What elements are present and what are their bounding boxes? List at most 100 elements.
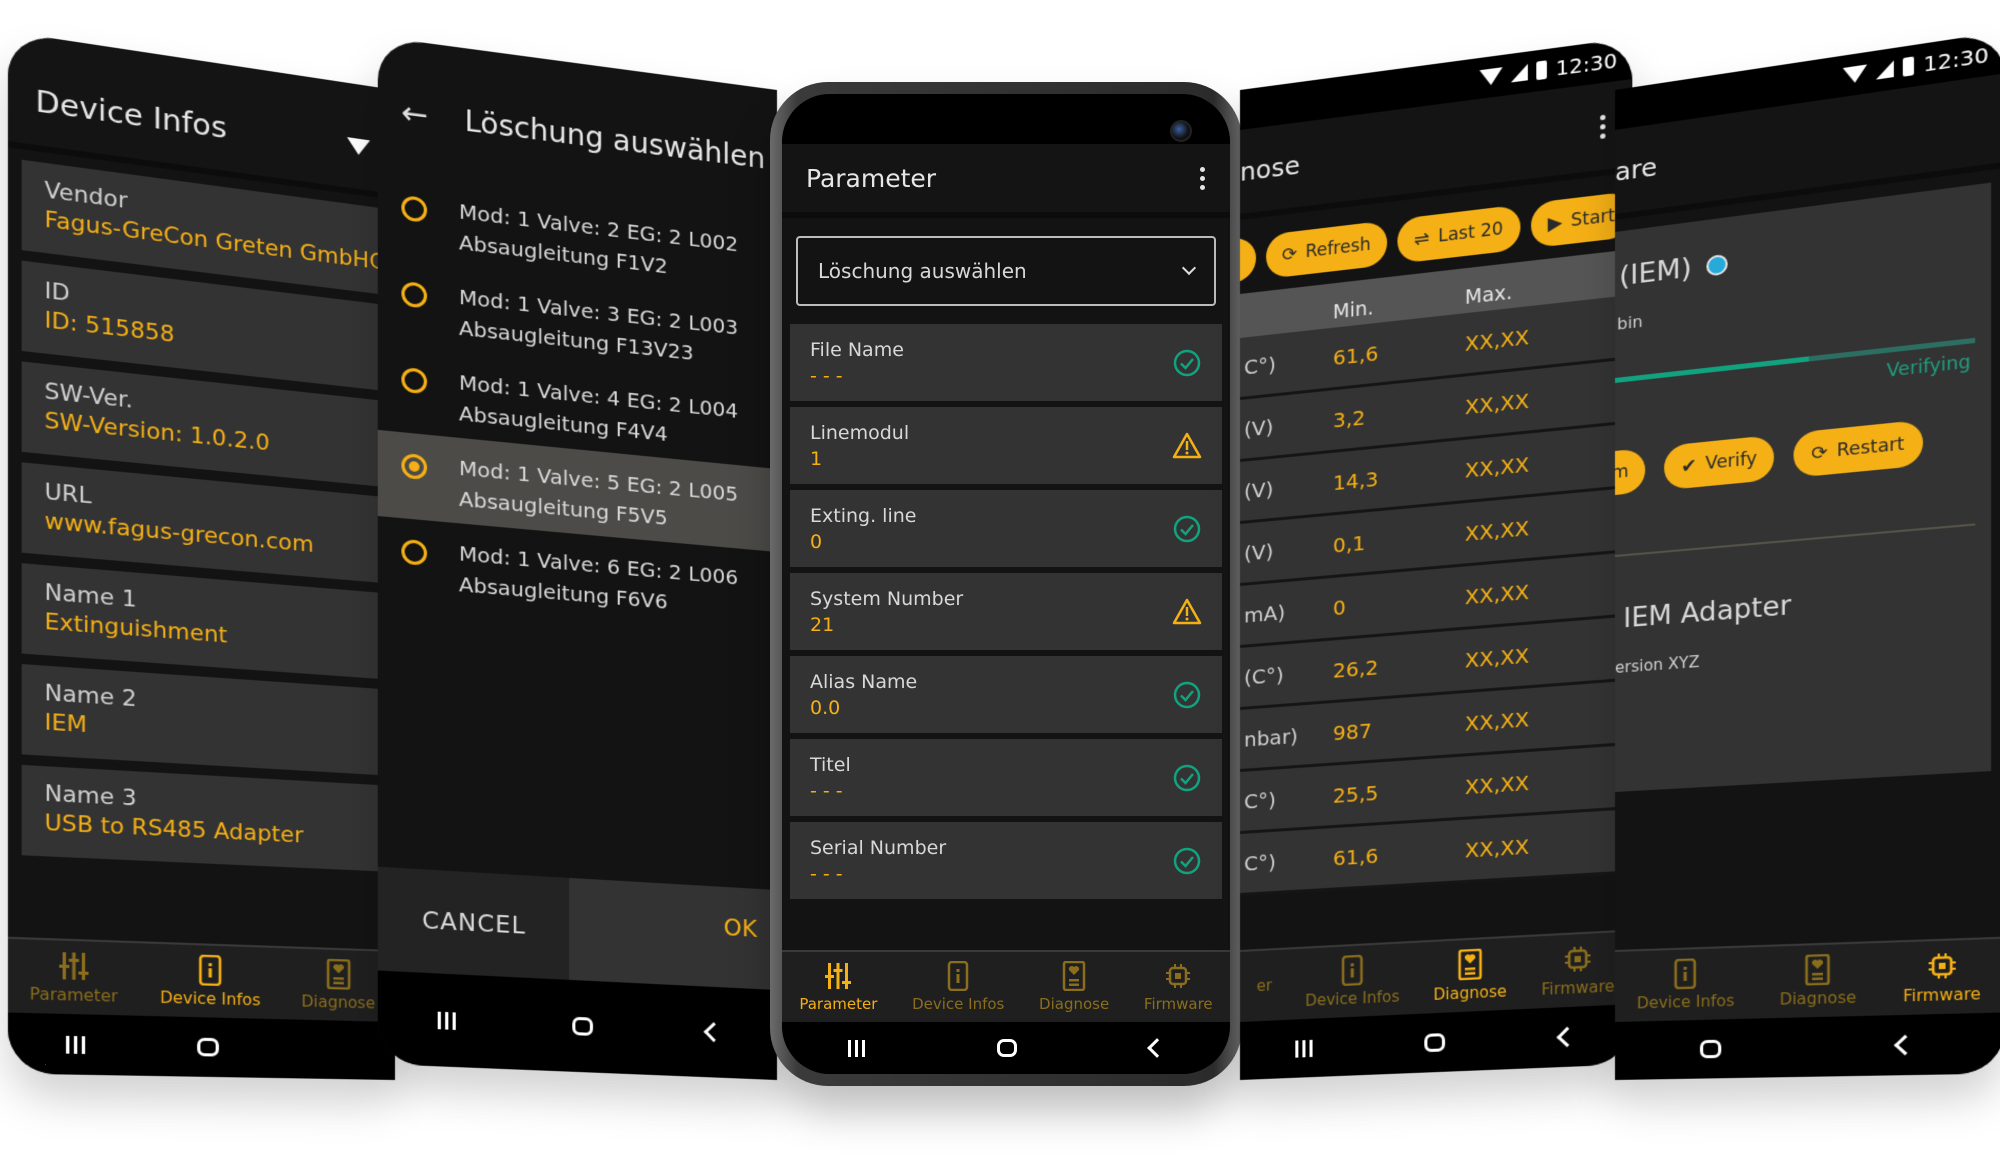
tab-parameter-partial[interactable]: er — [1256, 976, 1271, 995]
cancel-button[interactable]: CANCEL — [377, 866, 569, 980]
adapter-version: ersion XYZ — [1615, 652, 1700, 677]
firmware-card: (IEM) bin Verifying am ✔ Verify ⟳ Restar… — [1615, 182, 1992, 792]
system-navigation-bar — [7, 1012, 396, 1080]
radio-button[interactable] — [401, 366, 428, 395]
tab-label: Parameter — [799, 995, 878, 1013]
last-20-button[interactable]: ⇌ Last 20 — [1397, 204, 1521, 264]
bottom-navigation: Device Infos Diagnose Firmware — [1615, 936, 2000, 1022]
param-label: Alias Name — [810, 670, 918, 693]
recent-apps-icon[interactable] — [848, 1039, 866, 1057]
home-icon[interactable] — [572, 1016, 593, 1036]
radio-button-checked[interactable] — [401, 452, 428, 481]
back-icon[interactable] — [1894, 1034, 1917, 1056]
tab-firmware[interactable]: Firmware — [1541, 942, 1615, 999]
home-icon[interactable] — [1699, 1039, 1722, 1059]
verify-button[interactable]: ✔ Verify — [1664, 434, 1775, 491]
tab-label: Diagnose — [1039, 995, 1110, 1013]
parameter-row[interactable]: File Name - - - — [790, 324, 1222, 401]
parameter-row[interactable]: Alias Name 0.0 — [790, 656, 1222, 733]
param-value: 21 — [810, 613, 835, 636]
tab-device-infos[interactable]: Device Infos — [160, 953, 261, 1010]
diagnose-table: Min. Max. C°) 61,6 XX,XX (V) 3,2 XX,XX (V) 14… — [1240, 250, 1620, 896]
select-value: Löschung auswählen — [818, 259, 1027, 283]
divider — [1615, 523, 1976, 557]
warning-icon — [1172, 598, 1202, 624]
tab-diagnose[interactable]: Diagnose — [1039, 961, 1109, 1013]
param-label: File Name — [810, 338, 904, 361]
recent-apps-icon[interactable] — [1294, 1039, 1313, 1058]
restart-button[interactable]: ⟳ Restart — [1793, 419, 1923, 478]
heart-report-icon — [325, 959, 352, 990]
parameter-list: File Name - - - Linemodul 1 Exting. line — [782, 324, 1230, 899]
param-value: 0.0 — [810, 696, 841, 719]
tab-device-infos[interactable]: Device Infos — [1637, 957, 1734, 1012]
back-arrow-icon[interactable]: ← — [401, 94, 428, 134]
back-icon[interactable] — [1556, 1026, 1578, 1048]
recent-apps-icon[interactable] — [65, 1035, 85, 1054]
heart-report-icon — [1456, 948, 1483, 980]
tab-diagnose[interactable]: Diagnose — [1779, 953, 1857, 1009]
phone-info-icon — [196, 954, 224, 986]
chevron-down-icon — [1181, 260, 1197, 276]
loeschung-select[interactable]: Löschung auswählen — [796, 236, 1216, 306]
clock: 12:30 — [1555, 47, 1618, 81]
restart-icon: ⟳ — [1811, 441, 1828, 465]
recent-apps-icon[interactable] — [437, 1011, 456, 1030]
parameter-row[interactable]: Serial Number - - - — [790, 822, 1222, 899]
tab-label: Firmware — [1541, 976, 1615, 999]
check-circle-icon: ✔ — [1680, 454, 1697, 478]
more-options-icon[interactable] — [1200, 166, 1206, 190]
home-icon[interactable] — [197, 1037, 219, 1057]
tab-device-infos[interactable]: Device Infos — [1305, 953, 1399, 1010]
back-icon[interactable] — [1146, 1038, 1167, 1058]
system-navigation-bar — [377, 970, 777, 1080]
play-icon: ▶ — [1547, 211, 1563, 235]
wifi-icon — [1843, 64, 1868, 85]
param-value: - - - — [810, 862, 843, 885]
radio-button[interactable] — [401, 280, 428, 309]
firmware-actions: am ✔ Verify ⟳ Restart — [1615, 413, 1991, 498]
tab-label: Diagnose — [1779, 988, 1857, 1009]
parameter-row[interactable]: System Number 21 — [790, 573, 1222, 650]
home-icon[interactable] — [997, 1039, 1018, 1057]
tab-diagnose[interactable]: Diagnose — [301, 958, 375, 1012]
param-value: 1 — [810, 447, 823, 470]
tab-firmware[interactable]: Firmware — [1144, 961, 1213, 1013]
radio-button[interactable] — [401, 538, 428, 566]
radio-list: Mod: 1 Valve: 2 EG: 2 L002 Absaugleitung… — [377, 171, 777, 635]
info-card-name-1: Name 1 Extinguishment — [21, 563, 396, 680]
refresh-button[interactable]: ⟳ Refresh — [1265, 220, 1388, 280]
system-navigation-bar — [1615, 1012, 2000, 1080]
tab-firmware[interactable]: Firmware — [1903, 949, 1981, 1006]
signal-icon — [1876, 60, 1895, 80]
param-value: 0 — [810, 530, 823, 553]
phone-frame: Parameter Löschung auswählen File Name -… — [770, 82, 1242, 1086]
info-card-name-3: Name 3 USB to RS485 Adapter — [21, 764, 396, 872]
radio-button[interactable] — [401, 195, 428, 223]
phone-info-icon — [1672, 958, 1699, 989]
phone-info-icon — [1339, 955, 1366, 987]
partial-button[interactable] — [1240, 236, 1256, 286]
swap-icon: ⇌ — [1414, 227, 1430, 251]
back-icon[interactable] — [703, 1022, 724, 1043]
ok-button[interactable]: OK — [568, 877, 777, 990]
warning-icon — [1172, 432, 1202, 458]
check-circle-icon — [1173, 681, 1201, 708]
refresh-icon: ⟳ — [1281, 242, 1298, 266]
home-icon[interactable] — [1423, 1033, 1445, 1053]
tab-device-infos[interactable]: Device Infos — [912, 961, 1004, 1013]
parameter-row[interactable]: Linemodul 1 — [790, 407, 1222, 484]
tab-label: Diagnose — [1433, 982, 1507, 1005]
tab-label: Device Infos — [912, 995, 1005, 1013]
heart-report-icon — [1062, 961, 1086, 991]
program-button[interactable]: am — [1615, 447, 1646, 498]
parameter-row[interactable]: Titel - - - — [790, 739, 1222, 816]
tab-parameter[interactable]: Parameter — [799, 961, 877, 1013]
parameter-row[interactable]: Exting. line 0 — [790, 490, 1222, 567]
connection-status-dot — [1706, 253, 1729, 277]
tab-parameter[interactable]: Parameter — [30, 949, 118, 1006]
tab-diagnose[interactable]: Diagnose — [1433, 947, 1507, 1005]
tab-label: Parameter — [29, 984, 118, 1006]
more-options-icon[interactable] — [1600, 114, 1606, 139]
battery-icon — [1536, 60, 1548, 81]
